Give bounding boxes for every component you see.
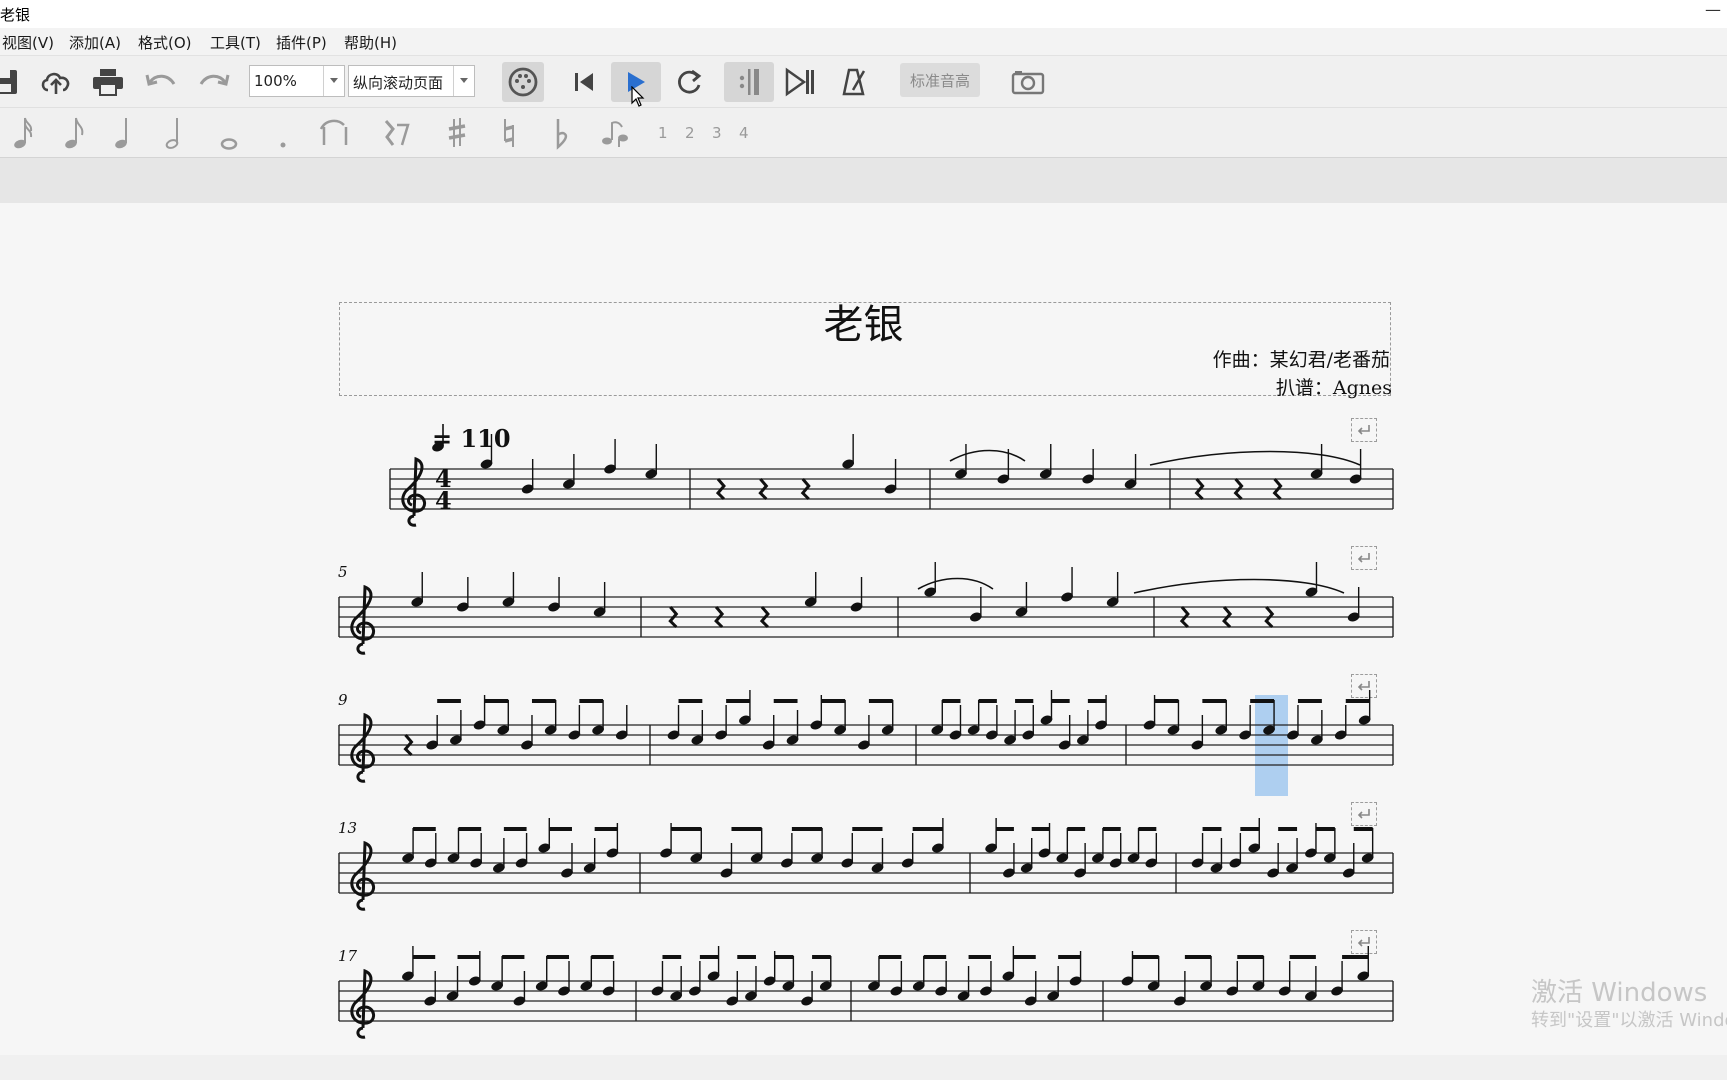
time-signature-bottom: 4 — [435, 486, 452, 515]
slur — [949, 449, 1026, 462]
activation-watermark: 激活 Windows — [1531, 978, 1708, 1008]
slur — [917, 577, 994, 590]
slur — [1149, 450, 1361, 466]
activation-watermark-hint: 转到"设置"以激活 Windows。 — [1531, 1010, 1727, 1031]
mouse-cursor-icon — [631, 86, 645, 107]
score-notation[interactable]: 44 — [0, 0, 1727, 1080]
